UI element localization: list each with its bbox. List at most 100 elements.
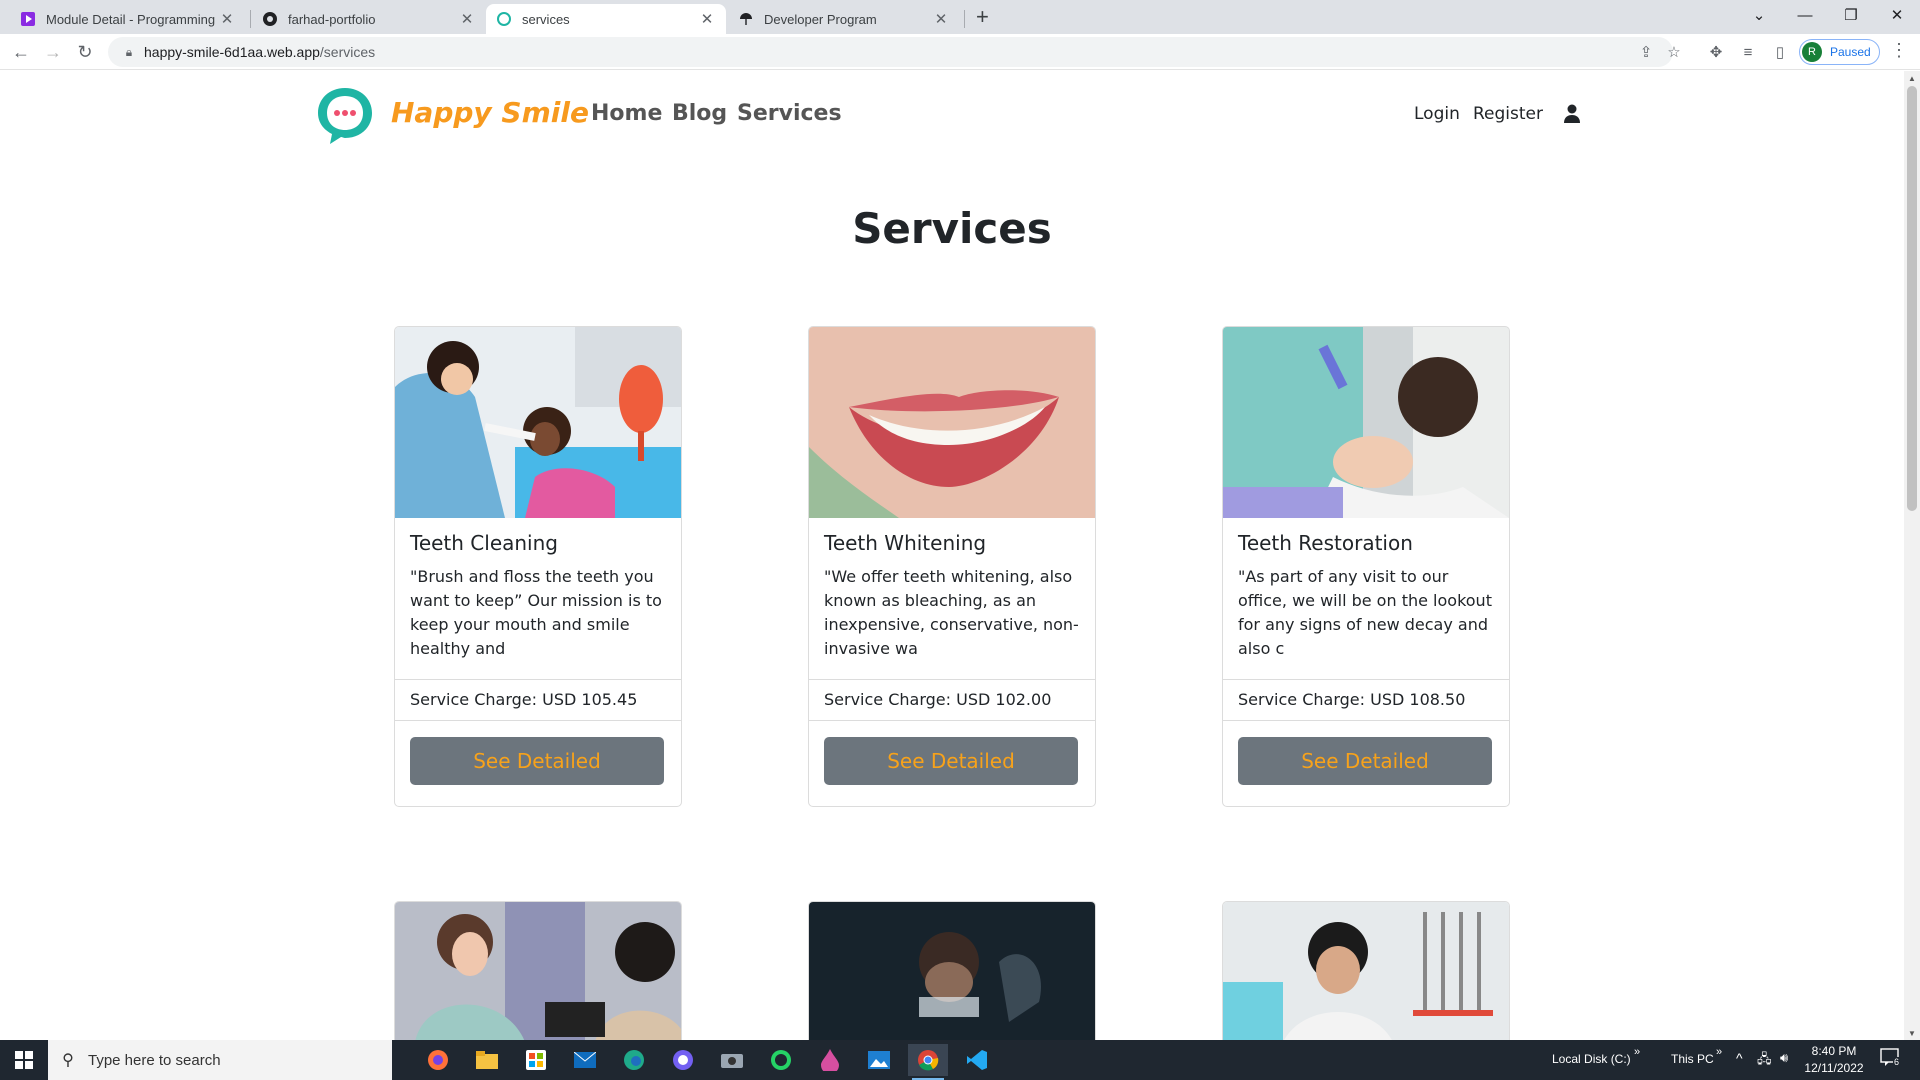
service-charge: Service Charge: USD 105.45	[395, 679, 681, 721]
tab-search-chevron-icon[interactable]: ⌄	[1736, 0, 1782, 30]
back-arrow-icon[interactable]: ←	[9, 40, 33, 64]
tab-title: farhad-portfolio	[288, 11, 376, 27]
close-tab-icon[interactable]: ✕	[218, 10, 236, 28]
page-scrollbar[interactable]: ▲ ▼	[1904, 71, 1920, 1040]
github-icon	[262, 11, 278, 27]
page-viewport: Happy Smile Home Blog Services Login Reg…	[0, 71, 1904, 1040]
card-title: Teeth Restoration	[1238, 531, 1413, 555]
paint-drop-icon[interactable]	[810, 1044, 850, 1076]
service-card-dental-checkup-image	[1222, 901, 1510, 1040]
chrome-icon[interactable]	[908, 1044, 948, 1080]
side-panel-icon[interactable]: ▯	[1768, 40, 1792, 64]
local-disk-label[interactable]: Local Disk (C:)	[1552, 1052, 1631, 1066]
microsoft-store-icon[interactable]	[516, 1044, 556, 1076]
browser-toolbar: ← → ↻ 🔒︎ happy-smile-6d1aa.web.app/servi…	[0, 34, 1920, 70]
page-title: Services	[852, 204, 1052, 253]
tab-programming-hero[interactable]: Module Detail - Programming H ✕	[10, 4, 246, 34]
tab-farhad-portfolio[interactable]: farhad-portfolio ✕	[252, 4, 486, 34]
see-detailed-button[interactable]: See Detailed	[1238, 737, 1492, 785]
service-card-teeth-whitening: Teeth Whitening "We offer teeth whitenin…	[808, 326, 1096, 807]
service-card-consultation-image	[394, 901, 682, 1040]
restore-button[interactable]: ❐	[1828, 0, 1874, 30]
card-description: "Brush and floss the teeth you want to k…	[410, 567, 662, 658]
url-domain: happy-smile-6d1aa.web.app	[144, 44, 320, 60]
service-charge: Service Charge: USD 108.50	[1223, 679, 1509, 721]
scroll-down-arrow-icon[interactable]: ▼	[1908, 1029, 1916, 1038]
brand-name[interactable]: Happy Smile	[391, 96, 589, 129]
reload-icon[interactable]: ↻	[73, 40, 97, 64]
photos-icon[interactable]	[859, 1044, 899, 1076]
user-icon[interactable]	[1562, 104, 1582, 124]
service-charge: Service Charge: USD 102.00	[809, 679, 1095, 721]
network-icon[interactable]: 🖧︎	[1757, 1050, 1772, 1072]
new-tab-button[interactable]: +	[976, 4, 989, 30]
share-icon[interactable]: ⇪	[1634, 40, 1658, 64]
lock-icon: 🔒︎	[125, 44, 133, 59]
see-detailed-button[interactable]: See Detailed	[410, 737, 664, 785]
minimize-button[interactable]: —	[1782, 0, 1828, 30]
nav-home-link[interactable]: Home	[591, 101, 662, 126]
scroll-up-arrow-icon[interactable]: ▲	[1908, 74, 1916, 83]
tab-services[interactable]: services ✕	[486, 4, 726, 34]
teeth-restoration-image	[1223, 327, 1509, 518]
close-tab-icon[interactable]: ✕	[932, 10, 950, 28]
this-pc-label[interactable]: This PC	[1671, 1052, 1714, 1066]
toolbar-overflow-icon[interactable]: »	[1716, 1046, 1722, 1058]
search-placeholder: Type here to search	[88, 1051, 221, 1069]
vscode-icon[interactable]	[957, 1044, 997, 1076]
bookmark-star-icon[interactable]: ☆	[1662, 40, 1686, 64]
toolbar-overflow-icon[interactable]: »	[1634, 1046, 1640, 1058]
nav-services-link[interactable]: Services	[737, 101, 842, 126]
site-navbar: Happy Smile Home Blog Services Login Reg…	[0, 71, 1904, 159]
reading-list-icon[interactable]: ≡	[1736, 40, 1760, 64]
tab-title: services	[522, 11, 570, 27]
card-title: Teeth Cleaning	[410, 531, 558, 555]
avatar: R	[1802, 42, 1822, 62]
edge-icon[interactable]	[614, 1044, 654, 1076]
register-link[interactable]: Register	[1473, 104, 1543, 124]
profile-button[interactable]: R Paused	[1799, 39, 1880, 65]
close-tab-icon[interactable]: ✕	[458, 10, 476, 28]
tab-developer-program[interactable]: Developer Program ✕	[728, 4, 960, 34]
camera-icon[interactable]	[712, 1044, 752, 1076]
service-card-kids-dental-image	[808, 901, 1096, 1040]
browser-tab-bar: Module Detail - Programming H ✕ farhad-p…	[0, 0, 1920, 34]
teeth-cleaning-image	[395, 327, 681, 518]
forward-arrow-icon[interactable]: →	[41, 40, 65, 64]
viber-icon[interactable]	[663, 1044, 703, 1076]
teeth-whitening-image	[809, 327, 1095, 518]
tab-title: Developer Program	[764, 11, 877, 27]
tray-chevron-up-icon[interactable]: ^	[1736, 1050, 1743, 1066]
address-bar[interactable]: 🔒︎ happy-smile-6d1aa.web.app/services ⇪ …	[108, 37, 1681, 67]
chat-icon	[496, 11, 512, 27]
tab-separator	[964, 10, 965, 28]
windows-start-icon[interactable]	[0, 1040, 48, 1080]
nav-blog-link[interactable]: Blog	[672, 101, 727, 126]
see-detailed-button[interactable]: See Detailed	[824, 737, 1078, 785]
firefox-icon[interactable]	[418, 1044, 458, 1076]
programming-hero-icon	[20, 11, 36, 27]
taskbar-clock[interactable]: 8:40 PM 12/11/2022	[1802, 1043, 1866, 1077]
mail-icon[interactable]	[565, 1044, 605, 1076]
taskbar-search-box[interactable]: ⚲ Type here to search	[48, 1040, 392, 1080]
clock-time: 8:40 PM	[1811, 1044, 1857, 1058]
menu-kebab-icon[interactable]: ⋮	[1890, 40, 1908, 61]
profile-status: Paused	[1830, 45, 1871, 59]
umbrella-icon	[738, 11, 754, 27]
tab-title: Module Detail - Programming H	[46, 11, 218, 27]
file-explorer-icon[interactable]	[467, 1044, 507, 1076]
notification-center-icon[interactable]: 6	[1880, 1048, 1902, 1070]
close-window-button[interactable]: ✕	[1874, 0, 1920, 30]
volume-icon[interactable]: 🔊︎	[1780, 1050, 1788, 1066]
whatsapp-icon[interactable]	[761, 1044, 801, 1076]
close-tab-icon[interactable]: ✕	[698, 10, 716, 28]
service-card-teeth-cleaning: Teeth Cleaning "Brush and floss the teet…	[394, 326, 682, 807]
scroll-thumb[interactable]	[1907, 86, 1917, 511]
card-title: Teeth Whitening	[824, 531, 987, 555]
url-path: /services	[319, 44, 376, 60]
login-link[interactable]: Login	[1414, 104, 1460, 124]
happy-smile-logo-icon[interactable]	[314, 84, 376, 146]
extensions-puzzle-icon[interactable]: ✥	[1704, 40, 1728, 64]
card-description: "We offer teeth whitening, also known as…	[824, 567, 1079, 658]
clock-date: 12/11/2022	[1804, 1061, 1864, 1075]
